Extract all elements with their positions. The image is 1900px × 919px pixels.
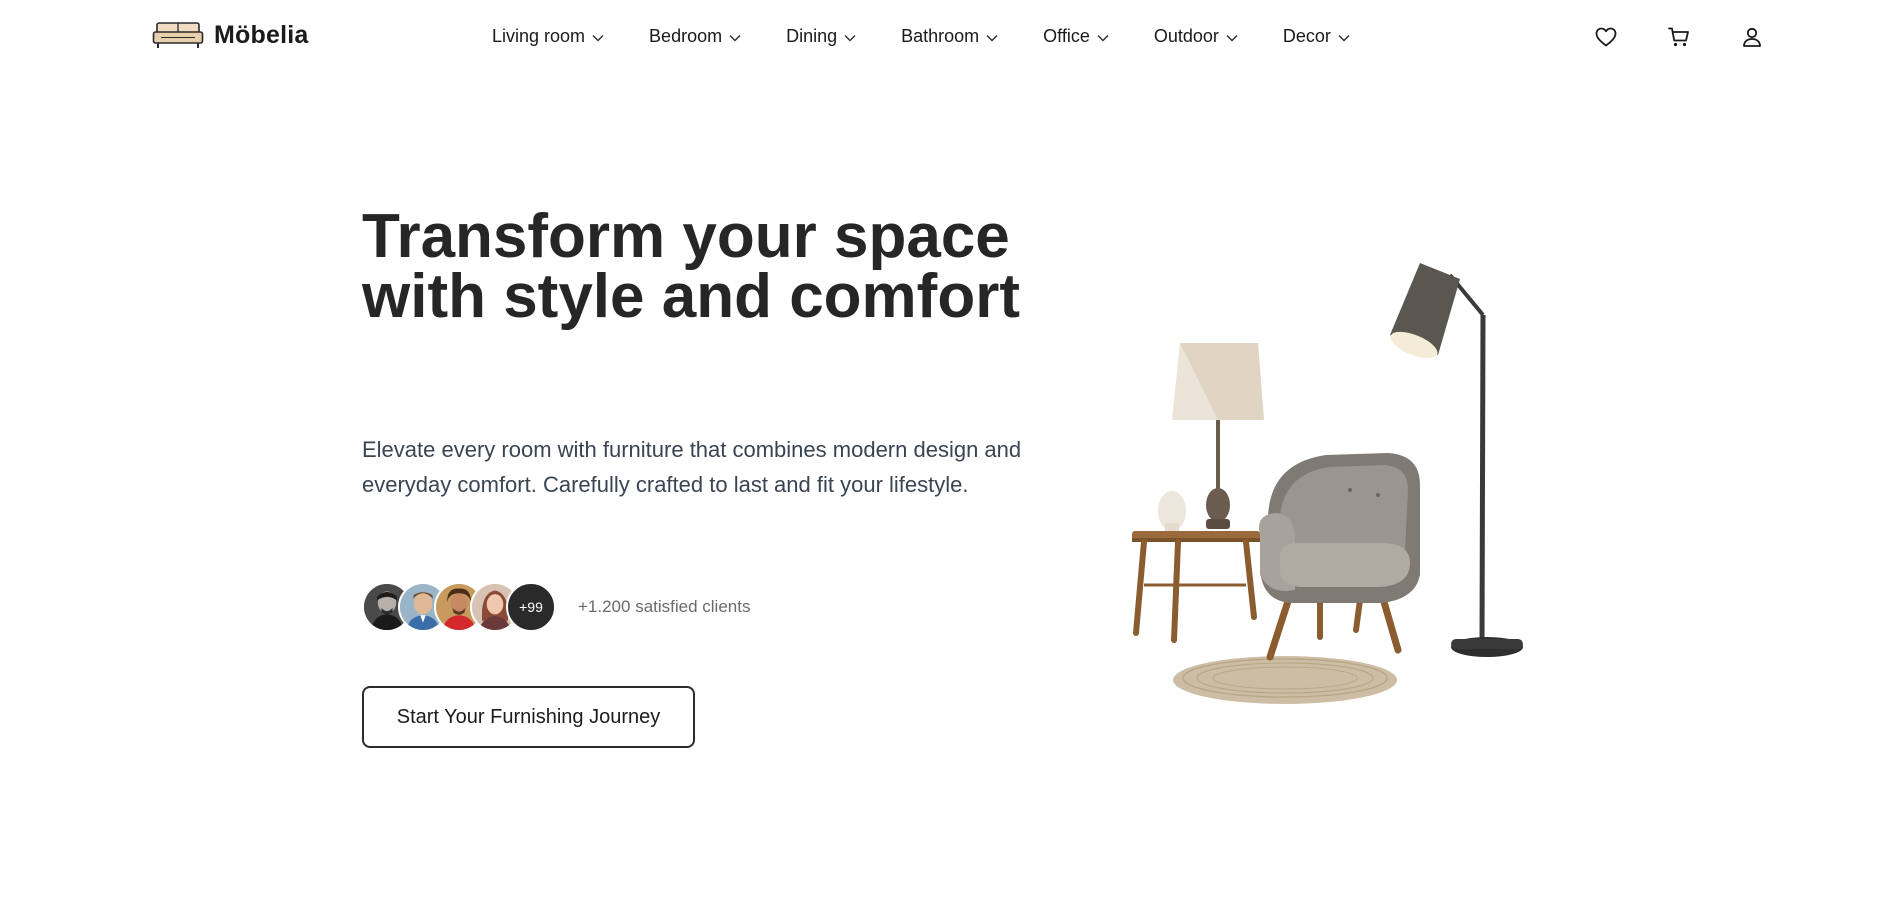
wishlist-button[interactable]: [1593, 24, 1619, 50]
chevron-down-icon: [1226, 34, 1238, 42]
hero-furniture-image: [1132, 263, 1523, 704]
nav-item-bathroom[interactable]: Bathroom: [901, 26, 998, 47]
hero-subtitle: Elevate every room with furniture that c…: [362, 437, 1022, 497]
nav-item-office[interactable]: Office: [1043, 26, 1109, 47]
nav-item-label: Decor: [1282, 26, 1331, 46]
header-actions: [1593, 24, 1765, 50]
hero-title: Transform your space with style and comf…: [362, 202, 1020, 331]
cart-button[interactable]: [1666, 24, 1692, 50]
start-journey-button[interactable]: Start Your Furnishing Journey: [362, 686, 695, 748]
chevron-down-icon: [844, 34, 856, 42]
nav-item-outdoor[interactable]: Outdoor: [1154, 26, 1238, 47]
nav-item-label: Bedroom: [649, 26, 723, 46]
nav-item-bedroom[interactable]: Bedroom: [649, 26, 741, 47]
nav-item-label: Dining: [786, 26, 838, 46]
chevron-down-icon: [986, 34, 998, 42]
chevron-down-icon: [592, 34, 604, 42]
nav-item-decor[interactable]: Decor: [1283, 26, 1350, 47]
brand-logo[interactable]: Möbelia: [152, 20, 308, 50]
main-nav: Living room Bedroom Dining Bathroom Offi…: [492, 26, 1350, 47]
social-proof: +99 +1.200 satisfied clients: [362, 582, 750, 632]
nav-item-label: Outdoor: [1153, 26, 1219, 46]
account-button[interactable]: [1739, 24, 1765, 50]
sofa-icon: [152, 22, 204, 48]
clients-count-text: +1.200 satisfied clients: [578, 597, 751, 616]
nav-item-label: Office: [1043, 26, 1090, 46]
cart-icon: [1668, 27, 1689, 47]
client-avatars: +99: [362, 582, 556, 632]
nav-item-label: Living room: [492, 26, 586, 46]
nav-item-dining[interactable]: Dining: [786, 26, 856, 47]
more-clients-badge: +99: [506, 582, 556, 632]
site-header: Möbelia Living room Bedroom Dining Bathr…: [0, 0, 1900, 76]
nav-item-label: Bathroom: [901, 26, 980, 46]
chevron-down-icon: [729, 34, 741, 42]
heart-icon: [1595, 27, 1617, 47]
brand-name: Möbelia: [214, 20, 309, 49]
user-icon: [1743, 27, 1761, 47]
chevron-down-icon: [1097, 34, 1109, 42]
nav-item-living-room[interactable]: Living room: [492, 26, 604, 47]
chevron-down-icon: [1338, 34, 1350, 42]
